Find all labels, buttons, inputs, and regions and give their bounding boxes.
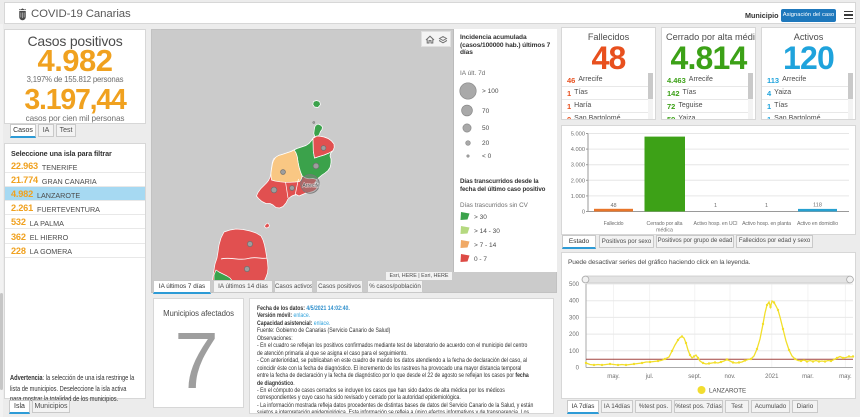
- svg-text:2021: 2021: [765, 374, 779, 380]
- svg-text:500: 500: [569, 282, 580, 288]
- svg-text:Activo en domicilio: Activo en domicilio: [797, 221, 838, 227]
- svg-text:0: 0: [582, 210, 585, 216]
- svg-text:Cerrado por alta: Cerrado por alta: [647, 221, 683, 227]
- svg-text:4.000: 4.000: [571, 147, 585, 153]
- svg-text:300: 300: [569, 315, 580, 321]
- svg-text:sept.: sept.: [688, 374, 701, 380]
- svg-text:200: 200: [569, 332, 580, 338]
- svg-text:400: 400: [569, 299, 580, 305]
- svg-text:3.000: 3.000: [571, 163, 585, 169]
- svg-text:1.000: 1.000: [571, 194, 585, 200]
- svg-text:Activo hosp. en UCI: Activo hosp. en UCI: [694, 221, 738, 227]
- svg-text:may.: may.: [839, 374, 852, 380]
- svg-text:jul.: jul.: [645, 374, 654, 380]
- svg-text:Fallecido: Fallecido: [604, 221, 624, 227]
- svg-text:médica: médica: [656, 228, 673, 234]
- svg-text:nov.: nov.: [725, 374, 736, 380]
- svg-text:5.000: 5.000: [571, 132, 585, 138]
- svg-text:Arrecife: Arrecife: [303, 183, 320, 189]
- svg-text:may.: may.: [607, 374, 620, 380]
- svg-text:1: 1: [714, 203, 717, 209]
- svg-text:0: 0: [576, 366, 580, 372]
- svg-text:LANZAROTE: LANZAROTE: [709, 387, 746, 394]
- svg-text:Activo hosp. en planta: Activo hosp. en planta: [742, 221, 791, 227]
- svg-text:118: 118: [813, 203, 822, 209]
- svg-text:100: 100: [569, 349, 580, 355]
- svg-text:48: 48: [610, 203, 616, 209]
- svg-text:mar.: mar.: [802, 374, 814, 380]
- svg-text:2.000: 2.000: [571, 178, 585, 184]
- svg-text:1: 1: [765, 203, 768, 209]
